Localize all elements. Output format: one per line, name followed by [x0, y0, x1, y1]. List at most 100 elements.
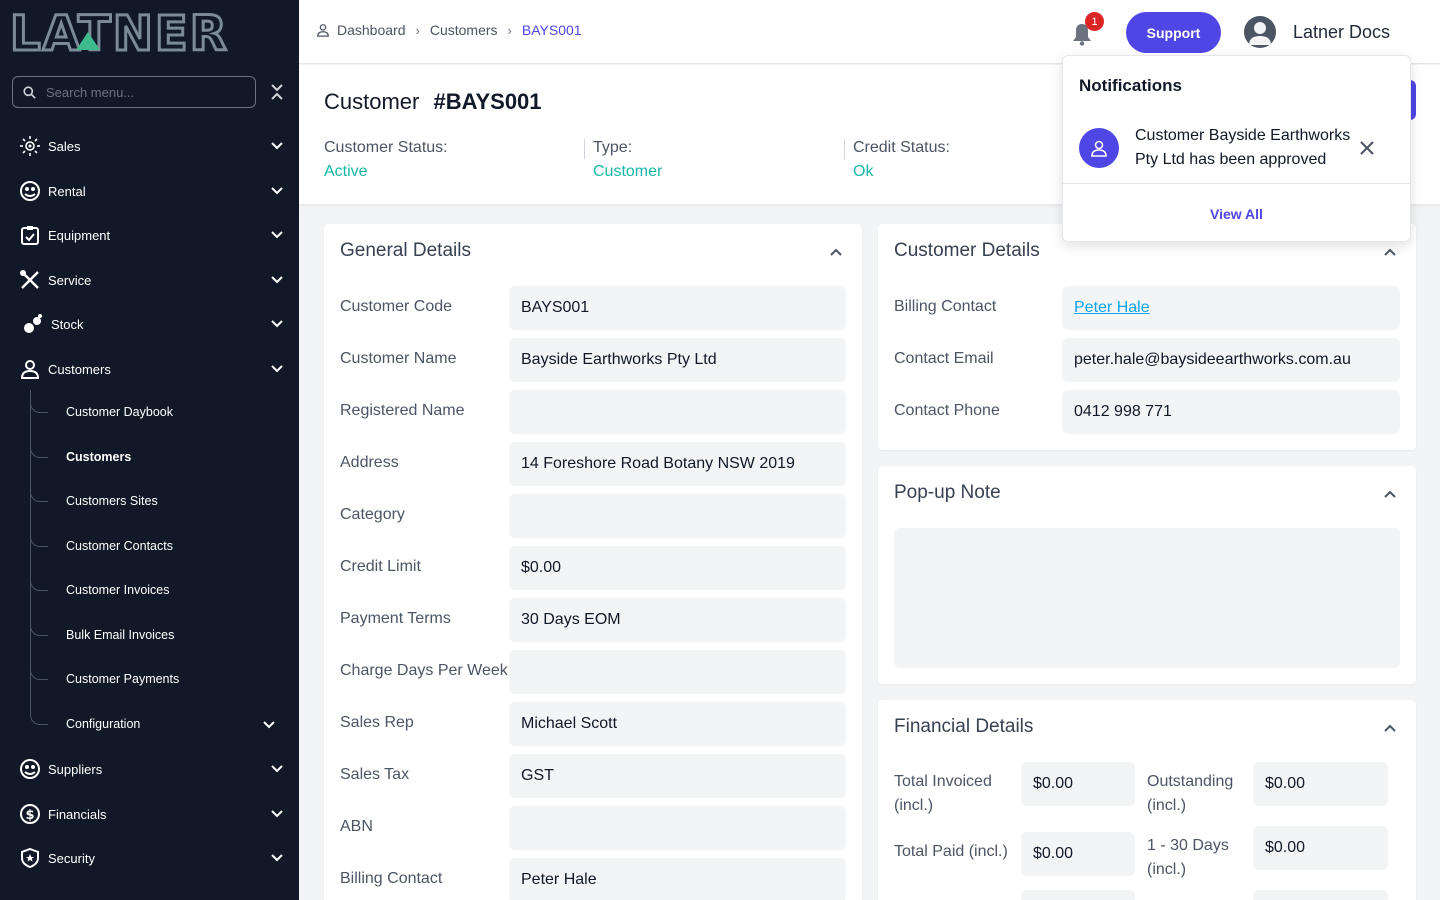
popup-note-textarea[interactable]	[894, 528, 1400, 668]
billing-contact-link[interactable]: Peter Hale	[1062, 286, 1400, 330]
equipment-icon	[19, 224, 41, 246]
financial-field-partial[interactable]	[1253, 890, 1388, 900]
page-title: Customer #BAYS001	[324, 89, 542, 115]
shield-icon	[19, 847, 41, 869]
view-all-link[interactable]: View All	[1063, 206, 1410, 222]
customer-type: Type: Customer	[593, 139, 662, 181]
field-value[interactable]: 14 Foreshore Road Botany NSW 2019	[509, 442, 846, 486]
chevron-up-icon[interactable]	[828, 244, 844, 260]
field-value[interactable]: GST	[509, 754, 846, 798]
customer-id: #BAYS001	[433, 89, 542, 114]
label-line: Outstanding	[1147, 773, 1234, 790]
sidebar-sub-configuration[interactable]: Configuration	[0, 705, 299, 745]
divider	[844, 139, 845, 159]
credit-label: Credit Status:	[853, 139, 950, 156]
field-value[interactable]	[509, 494, 846, 538]
customer-status: Customer Status: Active	[324, 139, 448, 181]
chevron-down-icon	[271, 810, 283, 818]
chevron-down-icon	[271, 142, 283, 150]
label-line: 1 - 30 Days	[1147, 837, 1229, 854]
sidebar-item-security[interactable]: Security	[0, 838, 299, 878]
total-invoiced-label: Total Invoiced (incl.)	[894, 770, 992, 818]
general-details-card: General Details Customer Code BAYS001 Cus…	[324, 224, 862, 900]
total-invoiced-value[interactable]: $0.00	[1021, 762, 1135, 806]
label-line: Total Invoiced	[894, 773, 992, 790]
notification-message[interactable]: Customer Bayside Earthworks Pty Ltd has …	[1135, 124, 1355, 172]
field-value[interactable]	[509, 650, 846, 694]
field-value[interactable]: Peter Hale	[509, 858, 846, 900]
popup-note-card: Pop-up Note	[878, 466, 1416, 684]
sidebar-item-label: Service	[48, 272, 92, 288]
sidebar-sub-label: Bulk Email Invoices	[66, 628, 175, 642]
chevron-down-icon	[271, 854, 283, 862]
field-label: Address	[340, 454, 399, 471]
field-label: ABN	[340, 818, 373, 835]
search-input[interactable]	[46, 84, 236, 100]
sidebar-item-financials[interactable]: $ Financials	[0, 794, 299, 834]
sidebar-sub-customers-sites[interactable]: Customers Sites	[0, 482, 299, 522]
field-value[interactable]: Bayside Earthworks Pty Ltd	[509, 338, 846, 382]
support-button[interactable]: Support	[1126, 12, 1221, 53]
sidebar-sub-customer-daybook[interactable]: Customer Daybook	[0, 393, 299, 433]
financials-icon: $	[19, 803, 41, 825]
breadcrumb-dashboard[interactable]: Dashboard	[337, 22, 406, 38]
breadcrumb-customers[interactable]: Customers	[430, 22, 498, 38]
sidebar-sub-bulk-email-invoices[interactable]: Bulk Email Invoices	[0, 616, 299, 656]
field-label: Contact Email	[894, 350, 994, 367]
field-value[interactable]: Michael Scott	[509, 702, 846, 746]
sidebar-sub-customer-contacts[interactable]: Customer Contacts	[0, 527, 299, 567]
sidebar-sub-label: Configuration	[66, 717, 141, 731]
outstanding-value[interactable]: $0.00	[1253, 762, 1388, 806]
divider	[584, 139, 585, 159]
sidebar-sub-customer-payments[interactable]: Customer Payments	[0, 660, 299, 700]
sidebar-item-label: Security	[48, 850, 95, 866]
sidebar-item-customers[interactable]: Customers	[0, 349, 299, 389]
sidebar-sub-customer-invoices[interactable]: Customer Invoices	[0, 571, 299, 611]
breadcrumb-current: BAYS001	[521, 22, 582, 38]
field-label: Billing Contact	[340, 870, 443, 887]
user-icon	[1249, 22, 1271, 45]
days-1-30-value[interactable]: $0.00	[1253, 826, 1388, 870]
status-label: Customer Status:	[324, 139, 448, 156]
sidebar-item-equipment[interactable]: Equipment	[0, 215, 299, 255]
sidebar-item-stock[interactable]: Stock	[0, 304, 299, 344]
sidebar-item-rental[interactable]: Rental	[0, 171, 299, 211]
field-label: Charge Days Per Week	[340, 662, 508, 679]
logo-text: LATNER	[10, 10, 229, 54]
field-label: Category	[340, 506, 405, 523]
field-value[interactable]	[509, 806, 846, 850]
rental-icon	[19, 180, 41, 202]
sidebar-item-label: Rental	[48, 183, 86, 199]
search-menu[interactable]	[12, 76, 256, 108]
user-icon	[1091, 140, 1107, 157]
sidebar-sub-customers[interactable]: Customers	[0, 438, 299, 478]
field-value[interactable]: 30 Days EOM	[509, 598, 846, 642]
field-value[interactable]	[509, 390, 846, 434]
suppliers-icon	[19, 758, 41, 780]
field-value[interactable]: $0.00	[509, 546, 846, 590]
notifications-title: Notifications	[1079, 76, 1182, 95]
sidebar-item-label: Customers	[48, 361, 111, 377]
sidebar-sub-label: Customer Payments	[66, 672, 180, 686]
divider	[1063, 183, 1410, 184]
chevron-up-icon[interactable]	[1382, 244, 1398, 260]
sidebar-item-service[interactable]: Service	[0, 260, 299, 300]
sidebar-item-sales[interactable]: Sales	[0, 126, 299, 166]
total-paid-value[interactable]: $0.00	[1021, 832, 1135, 876]
notifications-dropdown: Notifications Customer Bayside Earthwork…	[1062, 55, 1411, 242]
collapse-sidebar-icon[interactable]	[268, 82, 286, 102]
field-value[interactable]: peter.hale@baysideearthworks.com.au	[1062, 338, 1400, 382]
chevron-up-icon[interactable]	[1382, 720, 1398, 736]
latner-logo[interactable]: LATNER	[10, 10, 280, 54]
sidebar-sub-label: Customers	[66, 450, 132, 464]
avatar[interactable]	[1244, 16, 1276, 48]
field-value[interactable]: 0412 998 771	[1062, 390, 1400, 434]
financial-field-partial[interactable]	[1021, 890, 1135, 900]
sidebar-item-suppliers[interactable]: Suppliers	[0, 749, 299, 789]
user-name[interactable]: Latner Docs	[1293, 22, 1390, 43]
days-1-30-label: 1 - 30 Days (incl.)	[1147, 834, 1229, 882]
chevron-up-icon[interactable]	[1382, 486, 1398, 502]
field-value[interactable]: BAYS001	[509, 286, 846, 330]
chevron-down-icon	[271, 231, 283, 239]
close-icon[interactable]	[1359, 140, 1375, 156]
